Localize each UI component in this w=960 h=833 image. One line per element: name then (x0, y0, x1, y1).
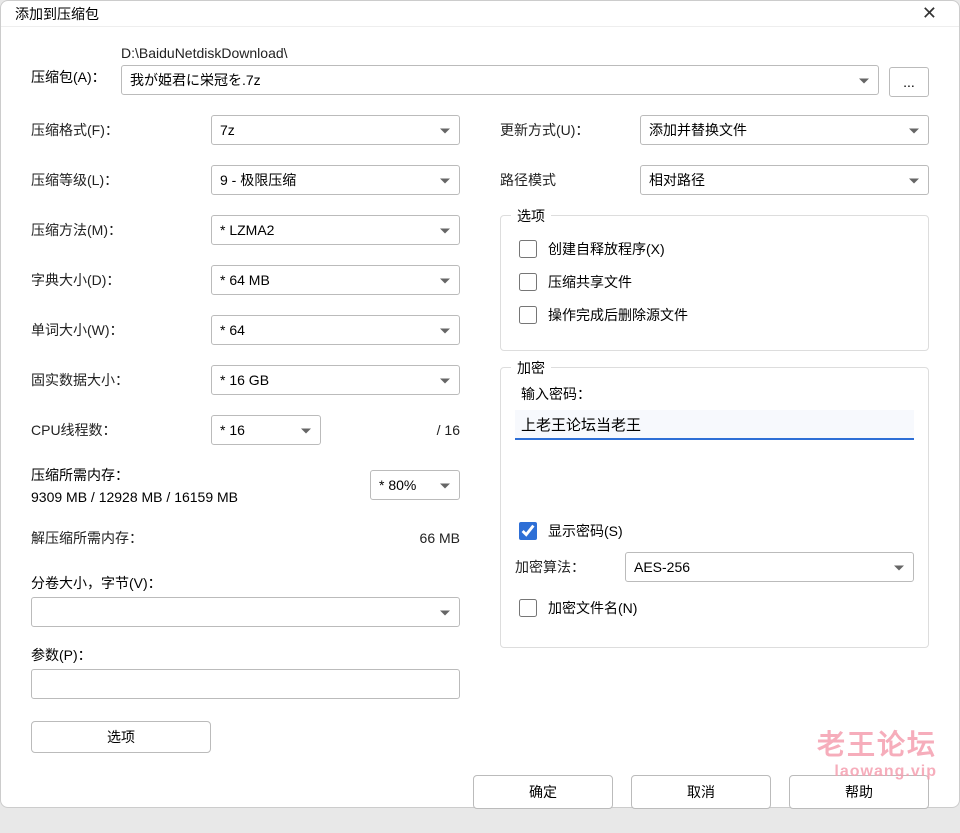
encrypt-names-label: 加密文件名(N) (548, 598, 637, 618)
compress-mem-block: 压缩所需内存： 9309 MB / 12928 MB / 16159 MB * … (31, 465, 460, 505)
method-label: 压缩方法(M)： (31, 220, 211, 240)
password-label: 输入密码： (521, 384, 914, 404)
params-block: 参数(P)： (31, 645, 460, 699)
show-password-checkbox[interactable] (519, 522, 537, 540)
format-label: 压缩格式(F)： (31, 120, 211, 140)
threads-total: / 16 (321, 422, 460, 438)
decompress-mem-label: 解压缩所需内存： (31, 528, 412, 548)
delete-after-label: 操作完成后删除源文件 (548, 305, 688, 325)
word-select[interactable]: * 64 (211, 315, 460, 345)
level-label: 压缩等级(L)： (31, 170, 211, 190)
threads-select[interactable]: * 16 (211, 415, 321, 445)
method-select[interactable]: * LZMA2 (211, 215, 460, 245)
sfx-checkbox[interactable] (519, 240, 537, 258)
shared-label: 压缩共享文件 (548, 272, 632, 292)
split-select[interactable] (31, 597, 460, 627)
show-password-label: 显示密码(S) (548, 521, 623, 541)
encrypt-group: 加密 输入密码： 显示密码(S) 加密算法： AES-256 加密文件名(N) (500, 367, 929, 648)
enc-alg-label: 加密算法： (515, 557, 605, 577)
right-column: 更新方式(U)： 添加并替换文件 路径模式 相对路径 选项 创建自释放程序(X) (500, 115, 929, 753)
word-label: 单词大小(W)： (31, 320, 211, 340)
archive-path: D:\BaiduNetdiskDownload\ (121, 45, 879, 61)
cancel-button[interactable]: 取消 (631, 775, 771, 809)
split-label: 分卷大小，字节(V)： (31, 573, 460, 593)
archive-label: 压缩包(A)： (31, 45, 111, 87)
encrypt-group-title: 加密 (511, 358, 551, 378)
options-group-title: 选项 (511, 206, 551, 226)
dialog-window: 添加到压缩包 ✕ 压缩包(A)： D:\BaiduNetdiskDownload… (0, 0, 960, 808)
columns: 压缩格式(F)： 7z 压缩等级(L)： 9 - 极限压缩 压缩方法(M)： *… (31, 115, 929, 753)
dialog-body: 压缩包(A)： D:\BaiduNetdiskDownload\ ... 压缩格… (1, 27, 959, 763)
archive-filename-wrap (121, 65, 879, 95)
dict-select[interactable]: * 64 MB (211, 265, 460, 295)
sfx-label: 创建自释放程序(X) (548, 239, 665, 259)
params-input[interactable] (31, 669, 460, 699)
encrypt-names-row[interactable]: 加密文件名(N) (515, 596, 914, 620)
footer: 确定 取消 帮助 (1, 763, 959, 833)
compress-mem-value: 9309 MB / 12928 MB / 16159 MB (31, 489, 370, 505)
archive-row: 压缩包(A)： D:\BaiduNetdiskDownload\ ... (31, 45, 929, 97)
level-select[interactable]: 9 - 极限压缩 (211, 165, 460, 195)
shared-row[interactable]: 压缩共享文件 (515, 270, 914, 294)
titlebar: 添加到压缩包 ✕ (1, 1, 959, 27)
show-password-row[interactable]: 显示密码(S) (515, 519, 914, 543)
options-group: 选项 创建自释放程序(X) 压缩共享文件 操作完成后删除源文件 (500, 215, 929, 351)
help-button[interactable]: 帮助 (789, 775, 929, 809)
update-label: 更新方式(U)： (500, 120, 640, 140)
left-column: 压缩格式(F)： 7z 压缩等级(L)： 9 - 极限压缩 压缩方法(M)： *… (31, 115, 460, 753)
format-select[interactable]: 7z (211, 115, 460, 145)
password-input[interactable] (515, 410, 914, 440)
pathmode-select[interactable]: 相对路径 (640, 165, 929, 195)
options-button[interactable]: 选项 (31, 721, 211, 753)
split-block: 分卷大小，字节(V)： (31, 573, 460, 627)
params-label: 参数(P)： (31, 645, 460, 665)
decompress-mem-value: 66 MB (412, 530, 460, 546)
ok-button[interactable]: 确定 (473, 775, 613, 809)
threads-label: CPU线程数： (31, 420, 211, 440)
archive-main: D:\BaiduNetdiskDownload\ (121, 45, 879, 95)
encrypt-names-checkbox[interactable] (519, 599, 537, 617)
update-select[interactable]: 添加并替换文件 (640, 115, 929, 145)
compress-mem-pct-select[interactable]: * 80% (370, 470, 460, 500)
compress-mem-label: 压缩所需内存： (31, 465, 370, 485)
enc-alg-select[interactable]: AES-256 (625, 552, 914, 582)
delete-after-checkbox[interactable] (519, 306, 537, 324)
pathmode-label: 路径模式 (500, 170, 640, 190)
solid-label: 固实数据大小： (31, 370, 211, 390)
delete-after-row[interactable]: 操作完成后删除源文件 (515, 303, 914, 327)
archive-filename-input[interactable] (121, 65, 879, 95)
sfx-row[interactable]: 创建自释放程序(X) (515, 237, 914, 261)
window-title: 添加到压缩包 (15, 4, 99, 24)
solid-select[interactable]: * 16 GB (211, 365, 460, 395)
shared-checkbox[interactable] (519, 273, 537, 291)
close-icon[interactable]: ✕ (914, 1, 945, 26)
browse-button[interactable]: ... (889, 67, 929, 97)
dict-label: 字典大小(D)： (31, 270, 211, 290)
